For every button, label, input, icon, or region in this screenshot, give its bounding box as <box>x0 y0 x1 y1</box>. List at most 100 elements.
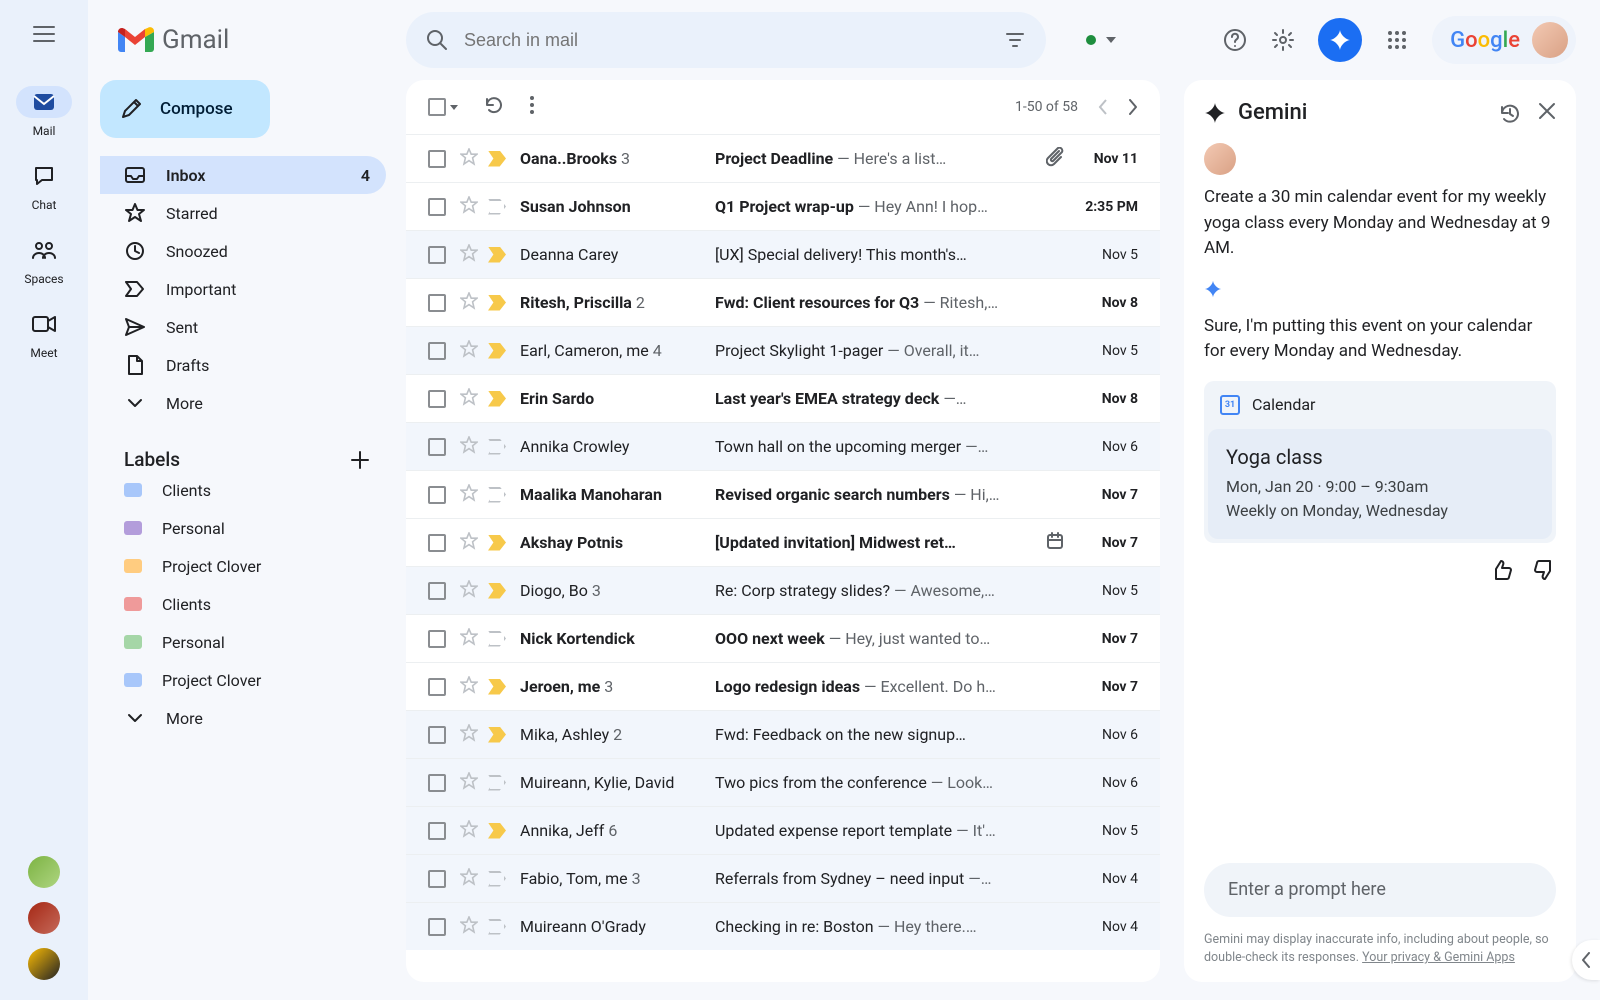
importance-marker[interactable] <box>488 583 506 599</box>
refresh-button[interactable] <box>484 95 504 119</box>
star-icon[interactable] <box>460 388 478 410</box>
row-checkbox[interactable] <box>428 486 446 504</box>
nav-drafts[interactable]: Drafts <box>100 346 386 384</box>
star-icon[interactable] <box>460 868 478 890</box>
star-icon[interactable] <box>460 196 478 218</box>
star-icon[interactable] <box>460 628 478 650</box>
gemini-button[interactable] <box>1318 18 1362 62</box>
row-checkbox[interactable] <box>428 438 446 456</box>
importance-marker[interactable] <box>488 823 506 839</box>
more-actions-button[interactable] <box>530 96 534 118</box>
row-checkbox[interactable] <box>428 918 446 936</box>
star-icon[interactable] <box>460 436 478 458</box>
gmail-logo[interactable]: Gmail <box>116 25 406 55</box>
star-icon[interactable] <box>460 292 478 314</box>
mail-row[interactable]: Muireann O'GradyChecking in re: Boston —… <box>406 902 1160 950</box>
rail-app-spaces[interactable]: Spaces <box>16 234 72 286</box>
mail-row[interactable]: Muireann, Kylie, DavidTwo pics from the … <box>406 758 1160 806</box>
importance-marker[interactable] <box>488 487 506 503</box>
next-page-button[interactable] <box>1128 99 1138 115</box>
mail-row[interactable]: Oana..Brooks 3Project Deadline — Here's … <box>406 134 1160 182</box>
compose-button[interactable]: Compose <box>100 80 270 138</box>
label-item[interactable]: More <box>100 699 386 737</box>
gemini-prompt-input[interactable]: Enter a prompt here <box>1204 863 1556 917</box>
mail-row[interactable]: Earl, Cameron, me 4Project Skylight 1-pa… <box>406 326 1160 374</box>
row-checkbox[interactable] <box>428 678 446 696</box>
thumbs-up-icon[interactable] <box>1490 559 1512 581</box>
rail-app-chat[interactable]: Chat <box>16 160 72 212</box>
row-checkbox[interactable] <box>428 870 446 888</box>
star-icon[interactable] <box>460 148 478 170</box>
mail-row[interactable]: Nick KortendickOOO next week — Hey, just… <box>406 614 1160 662</box>
row-checkbox[interactable] <box>428 150 446 168</box>
star-icon[interactable] <box>460 244 478 266</box>
search-bar[interactable] <box>406 12 1046 68</box>
privacy-link[interactable]: Your privacy & Gemini Apps <box>1362 950 1515 965</box>
settings-icon[interactable] <box>1270 27 1296 53</box>
account-chip[interactable]: Google <box>1432 16 1576 64</box>
importance-marker[interactable] <box>488 871 506 887</box>
importance-marker[interactable] <box>488 343 506 359</box>
mail-row[interactable]: Mika, Ashley 2Fwd: Feedback on the new s… <box>406 710 1160 758</box>
apps-grid-icon[interactable] <box>1384 27 1410 53</box>
avatar[interactable] <box>28 856 60 888</box>
close-icon[interactable] <box>1538 102 1556 120</box>
row-checkbox[interactable] <box>428 198 446 216</box>
label-item[interactable]: Clients <box>100 471 386 509</box>
importance-marker[interactable] <box>488 439 506 455</box>
label-item[interactable]: Personal <box>100 623 386 661</box>
importance-marker[interactable] <box>488 535 506 551</box>
label-item[interactable]: Project Clover <box>100 547 386 585</box>
nav-snoozed[interactable]: Snoozed <box>100 232 386 270</box>
importance-marker[interactable] <box>488 295 506 311</box>
mail-row[interactable]: Diogo, Bo 3Re: Corp strategy slides? — A… <box>406 566 1160 614</box>
nav-more[interactable]: More <box>100 384 386 422</box>
importance-marker[interactable] <box>488 727 506 743</box>
mail-row[interactable]: Erin SardoLast year's EMEA strategy deck… <box>406 374 1160 422</box>
importance-marker[interactable] <box>488 919 506 935</box>
label-item[interactable]: Clients <box>100 585 386 623</box>
star-icon[interactable] <box>460 340 478 362</box>
search-options-icon[interactable] <box>1004 29 1026 51</box>
row-checkbox[interactable] <box>428 822 446 840</box>
calendar-card[interactable]: Calendar Yoga class Mon, Jan 20 · 9:00 –… <box>1204 381 1556 543</box>
thumbs-down-icon[interactable] <box>1534 559 1556 581</box>
row-checkbox[interactable] <box>428 294 446 312</box>
nav-sent[interactable]: Sent <box>100 308 386 346</box>
rail-app-mail[interactable]: Mail <box>16 86 72 138</box>
nav-starred[interactable]: Starred <box>100 194 386 232</box>
star-icon[interactable] <box>460 532 478 554</box>
row-checkbox[interactable] <box>428 630 446 648</box>
row-checkbox[interactable] <box>428 390 446 408</box>
help-icon[interactable] <box>1222 27 1248 53</box>
mail-row[interactable]: Jeroen, me 3Logo redesign ideas — Excell… <box>406 662 1160 710</box>
star-icon[interactable] <box>460 820 478 842</box>
star-icon[interactable] <box>460 484 478 506</box>
importance-marker[interactable] <box>488 151 506 167</box>
nav-inbox[interactable]: Inbox4 <box>100 156 386 194</box>
mail-row[interactable]: Ritesh, Priscilla 2Fwd: Client resources… <box>406 278 1160 326</box>
importance-marker[interactable] <box>488 247 506 263</box>
star-icon[interactable] <box>460 772 478 794</box>
importance-marker[interactable] <box>488 679 506 695</box>
star-icon[interactable] <box>460 676 478 698</box>
row-checkbox[interactable] <box>428 246 446 264</box>
side-panel-toggle[interactable] <box>1572 940 1600 980</box>
row-checkbox[interactable] <box>428 342 446 360</box>
status-dropdown-icon[interactable] <box>1106 37 1116 43</box>
label-item[interactable]: Project Clover <box>100 661 386 699</box>
main-menu-button[interactable] <box>20 10 68 58</box>
rail-app-meet[interactable]: Meet <box>16 308 72 360</box>
importance-marker[interactable] <box>488 775 506 791</box>
row-checkbox[interactable] <box>428 726 446 744</box>
row-checkbox[interactable] <box>428 582 446 600</box>
star-icon[interactable] <box>460 580 478 602</box>
importance-marker[interactable] <box>488 631 506 647</box>
mail-row[interactable]: Susan JohnsonQ1 Project wrap-up — Hey An… <box>406 182 1160 230</box>
row-checkbox[interactable] <box>428 774 446 792</box>
avatar[interactable] <box>28 948 60 980</box>
row-checkbox[interactable] <box>428 534 446 552</box>
mail-row[interactable]: Annika, Jeff 6Updated expense report tem… <box>406 806 1160 854</box>
search-input[interactable] <box>464 30 1004 51</box>
avatar[interactable] <box>28 902 60 934</box>
